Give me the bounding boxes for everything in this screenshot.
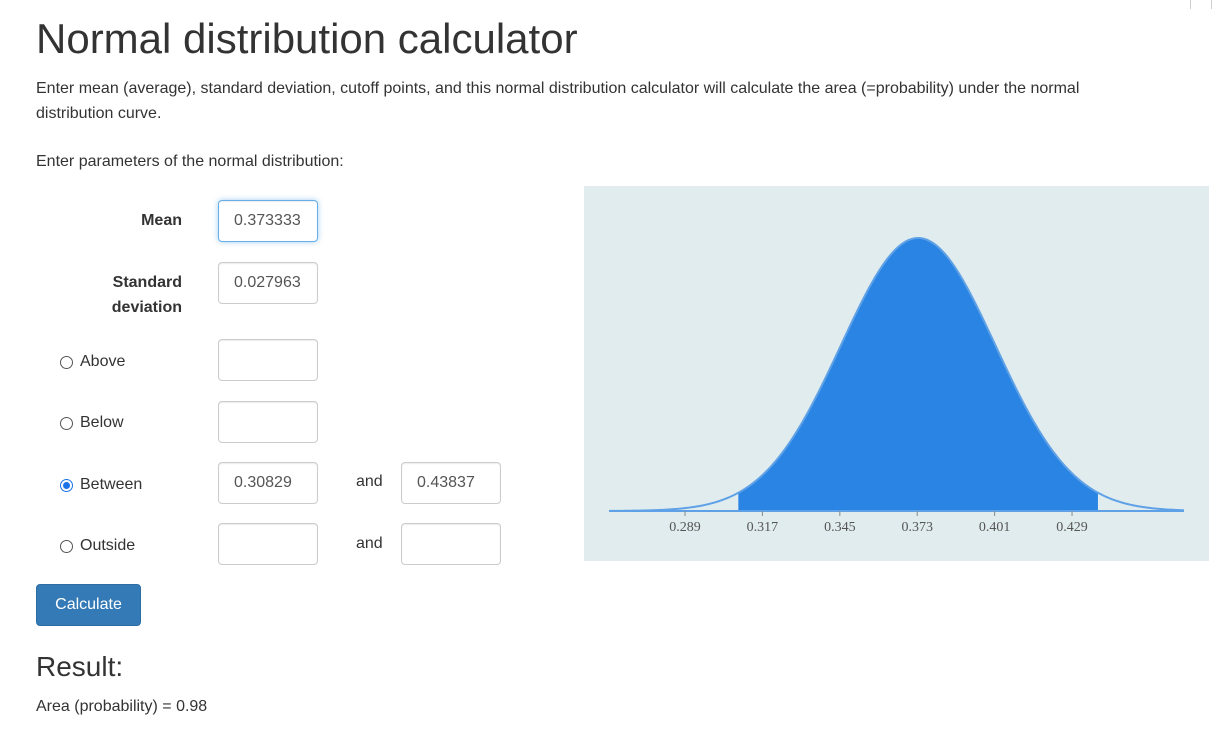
mean-input[interactable] xyxy=(218,200,318,242)
outside-to-input[interactable] xyxy=(401,523,501,565)
x-tick-label: 0.345 xyxy=(824,520,856,535)
scrollbar-thumb[interactable] xyxy=(1190,0,1212,9)
between-to-input[interactable] xyxy=(401,462,501,504)
radio-between[interactable]: Between xyxy=(60,476,142,494)
mean-label: Mean xyxy=(141,212,182,229)
x-tick-label: 0.401 xyxy=(979,520,1011,535)
between-and-label: and xyxy=(356,473,383,490)
radio-between-button[interactable] xyxy=(60,478,73,492)
radio-below-button[interactable] xyxy=(60,416,73,430)
parameters-label: Enter parameters of the normal distribut… xyxy=(36,153,344,170)
x-tick-label: 0.429 xyxy=(1056,520,1088,535)
outside-and-label: and xyxy=(356,535,383,552)
outside-from-input[interactable] xyxy=(218,523,318,565)
radio-above[interactable]: Above xyxy=(60,353,125,371)
radio-outside[interactable]: Outside xyxy=(60,537,135,555)
intro-text: Enter mean (average), standard deviation… xyxy=(36,80,1080,122)
radio-outside-label: Outside xyxy=(80,537,136,554)
page-title: Normal distribution calculator xyxy=(36,15,578,62)
normal-distribution-chart: 0.289 0.317 0.345 0.373 0.401 0.429 xyxy=(584,186,1209,561)
radio-between-label: Between xyxy=(80,476,143,493)
radio-below[interactable]: Below xyxy=(60,414,124,432)
below-input[interactable] xyxy=(218,401,318,443)
calculate-button[interactable]: Calculate xyxy=(36,584,141,626)
radio-above-label: Above xyxy=(80,353,126,370)
x-tick-label: 0.373 xyxy=(901,520,933,535)
between-from-input[interactable] xyxy=(218,462,318,504)
radio-below-label: Below xyxy=(80,414,124,431)
above-input[interactable] xyxy=(218,339,318,381)
x-tick-label: 0.289 xyxy=(669,520,701,535)
standard-deviation-label: Standard deviation xyxy=(111,274,182,316)
radio-outside-button[interactable] xyxy=(60,539,73,553)
result-heading: Result: xyxy=(36,651,124,682)
standard-deviation-input[interactable] xyxy=(218,262,318,304)
result-text: Area (probability) = 0.98 xyxy=(36,698,208,715)
radio-above-button[interactable] xyxy=(60,355,73,369)
x-tick-label: 0.317 xyxy=(747,520,779,535)
